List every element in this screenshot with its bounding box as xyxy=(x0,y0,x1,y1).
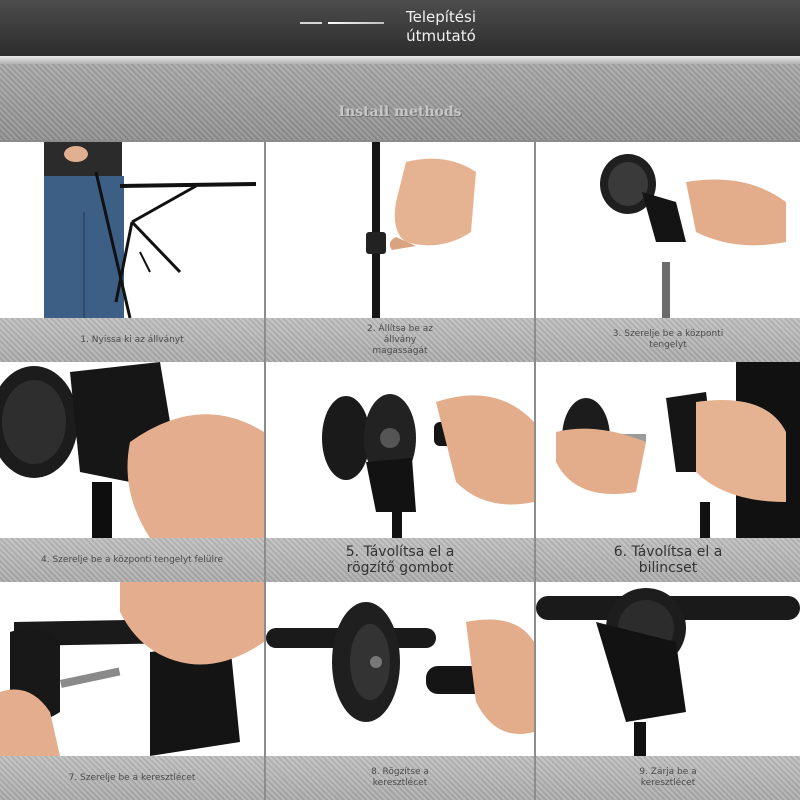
section-banner: Install methods xyxy=(0,64,800,140)
step-3-photo xyxy=(536,142,800,318)
step-4-photo xyxy=(0,362,264,538)
step-7-caption: 7. Szerelje be a keresztlécet xyxy=(0,756,264,800)
step-2-caption: 2. Állítsa be az állvány magasságát xyxy=(266,318,534,362)
step-5-caption: 5. Távolítsa el a rögzítő gombot xyxy=(266,538,534,582)
step-3-caption: 3. Szerelje be a központi tengelyt xyxy=(536,318,800,362)
section-subtitle: Install methods xyxy=(338,104,462,120)
page-title: Telepítési útmutató xyxy=(405,8,477,45)
step-9-photo xyxy=(536,582,800,756)
step-4-caption: 4. Szerelje be a központi tengelyt felül… xyxy=(0,538,264,582)
step-8-photo xyxy=(266,582,534,756)
step-8-caption: 8. Rögzítse a keresztlécet xyxy=(266,756,534,800)
step-1-caption: 1. Nyissa ki az állványt xyxy=(0,318,264,362)
step-6-photo xyxy=(536,362,800,538)
step-1-photo xyxy=(0,142,264,318)
step-6-caption: 6. Távolítsa el a bilincset xyxy=(536,538,800,582)
step-2-photo xyxy=(266,142,534,318)
header-separator xyxy=(0,56,800,64)
header-dash-decoration xyxy=(328,22,384,24)
step-7-photo xyxy=(0,582,264,756)
page-header: Telepítési útmutató xyxy=(0,0,800,56)
step-5-photo xyxy=(266,362,534,538)
step-9-caption: 9. Zárja be a keresztlécet xyxy=(536,756,800,800)
header-dash-decoration xyxy=(300,22,322,24)
